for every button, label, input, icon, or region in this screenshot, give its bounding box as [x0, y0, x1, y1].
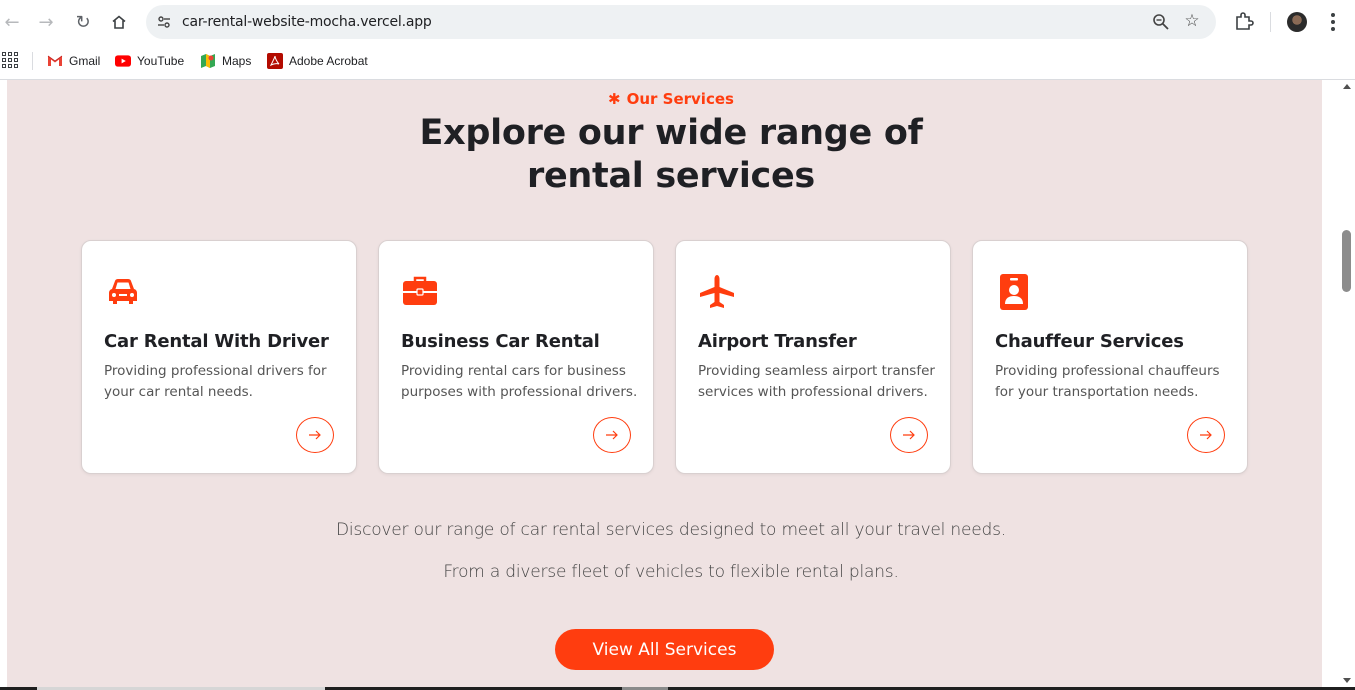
card-description: Providing rental cars for business purpo… — [401, 363, 638, 400]
back-arrow-icon[interactable]: ← — [0, 10, 24, 34]
card-description: Providing seamless airport transfer serv… — [698, 363, 935, 400]
bookmark-label: Gmail — [69, 54, 101, 68]
bookmarks-divider — [32, 52, 33, 70]
acrobat-icon — [267, 53, 283, 69]
bookmark-label: YouTube — [137, 54, 185, 68]
services-paragraph-1: Discover our range of car rental service… — [336, 520, 1006, 540]
youtube-icon — [115, 53, 131, 69]
scrollbar-thumb[interactable] — [1342, 230, 1351, 292]
eyebrow-text: Our Services — [626, 90, 734, 108]
bookmark-youtube[interactable]: YouTube — [115, 51, 184, 71]
maps-icon — [200, 53, 216, 69]
services-section: ✱ Our Services Explore our wide range of … — [7, 80, 1322, 687]
home-icon[interactable] — [107, 10, 131, 34]
card-title: Business Car Rental — [401, 331, 600, 352]
card-description: Providing professional chauffeurs for yo… — [995, 363, 1220, 400]
toolbar-divider — [1270, 12, 1271, 32]
card-arrow-button[interactable] — [890, 417, 928, 453]
apps-grid-icon[interactable] — [2, 52, 18, 68]
service-card[interactable]: Chauffeur Services Providing professiona… — [972, 240, 1248, 474]
card-arrow-button[interactable] — [1187, 417, 1225, 453]
services-paragraph-2: From a diverse fleet of vehicles to flex… — [443, 562, 899, 582]
bookmark-maps[interactable]: Maps — [200, 51, 251, 71]
car-icon — [104, 273, 142, 311]
asterisk-icon: ✱ — [608, 90, 621, 108]
card-arrow-button[interactable] — [593, 417, 631, 453]
heading-line-2: rental services — [527, 156, 815, 196]
bookmarks-bar: Gmail YouTube Maps Adobe Acrobat — [0, 44, 1355, 80]
card-arrow-button[interactable] — [296, 417, 334, 453]
briefcase-icon — [401, 273, 439, 311]
arrow-right-icon — [309, 430, 321, 440]
card-title: Airport Transfer — [698, 331, 857, 352]
zoom-icon[interactable] — [1152, 13, 1170, 31]
address-bar[interactable]: car-rental-website-mocha.vercel.app ☆ — [146, 5, 1216, 39]
forward-arrow-icon[interactable]: → — [34, 10, 58, 34]
browser-toolbar: ← → ↻ car-rental-website-mocha.vercel.ap… — [0, 0, 1355, 44]
section-heading: Explore our wide range of rental service… — [7, 112, 1335, 198]
bookmark-star-icon[interactable]: ☆ — [1182, 11, 1202, 31]
service-card[interactable]: Business Car Rental Providing rental car… — [378, 240, 654, 474]
heading-line-1: Explore our wide range of — [419, 113, 923, 153]
url-text: car-rental-website-mocha.vercel.app — [182, 14, 432, 30]
arrow-right-icon — [903, 430, 915, 440]
service-card[interactable]: Car Rental With Driver Providing profess… — [81, 240, 357, 474]
bookmark-label: Maps — [222, 54, 252, 68]
card-title: Chauffeur Services — [995, 331, 1184, 352]
scroll-down-arrow-icon[interactable] — [1343, 678, 1351, 683]
extensions-icon[interactable] — [1233, 10, 1255, 32]
arrow-right-icon — [606, 430, 618, 440]
profile-avatar[interactable] — [1287, 12, 1307, 32]
scroll-up-arrow-icon[interactable] — [1343, 84, 1351, 89]
bookmark-label: Adobe Acrobat — [289, 54, 368, 68]
card-description: Providing professional drivers for your … — [104, 363, 327, 400]
page-viewport: ✱ Our Services Explore our wide range of … — [0, 80, 1339, 687]
view-all-services-button[interactable]: View All Services — [555, 629, 774, 670]
bookmark-gmail[interactable]: Gmail — [47, 51, 100, 71]
section-eyebrow: ✱ Our Services — [7, 90, 1335, 108]
plane-icon — [698, 273, 736, 311]
more-menu-icon[interactable] — [1324, 10, 1342, 34]
card-title: Car Rental With Driver — [104, 331, 329, 352]
site-settings-icon[interactable] — [154, 12, 174, 32]
reload-icon[interactable]: ↻ — [71, 10, 95, 34]
id-badge-icon — [995, 273, 1033, 311]
gmail-icon — [47, 53, 63, 69]
arrow-right-icon — [1200, 430, 1212, 440]
bookmark-adobe-acrobat[interactable]: Adobe Acrobat — [267, 51, 368, 71]
vertical-scrollbar[interactable] — [1339, 80, 1355, 687]
service-card[interactable]: Airport Transfer Providing seamless airp… — [675, 240, 951, 474]
